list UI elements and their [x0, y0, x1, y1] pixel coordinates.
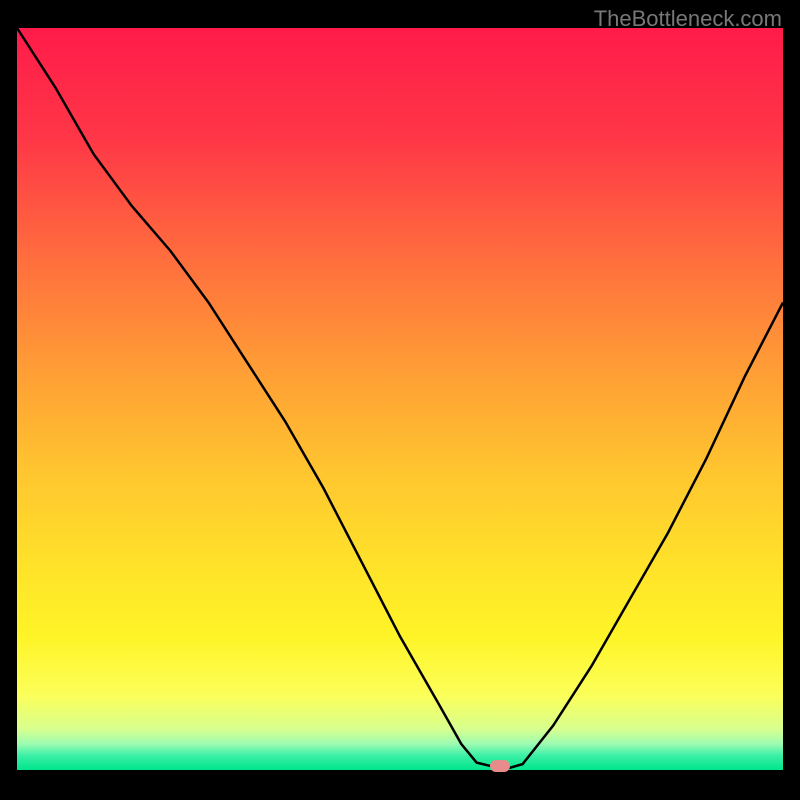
- optimal-marker: [490, 760, 510, 772]
- chart-canvas: [17, 28, 783, 770]
- chart-background: [17, 28, 783, 770]
- watermark-text: TheBottleneck.com: [594, 6, 782, 32]
- chart-svg: [17, 28, 783, 770]
